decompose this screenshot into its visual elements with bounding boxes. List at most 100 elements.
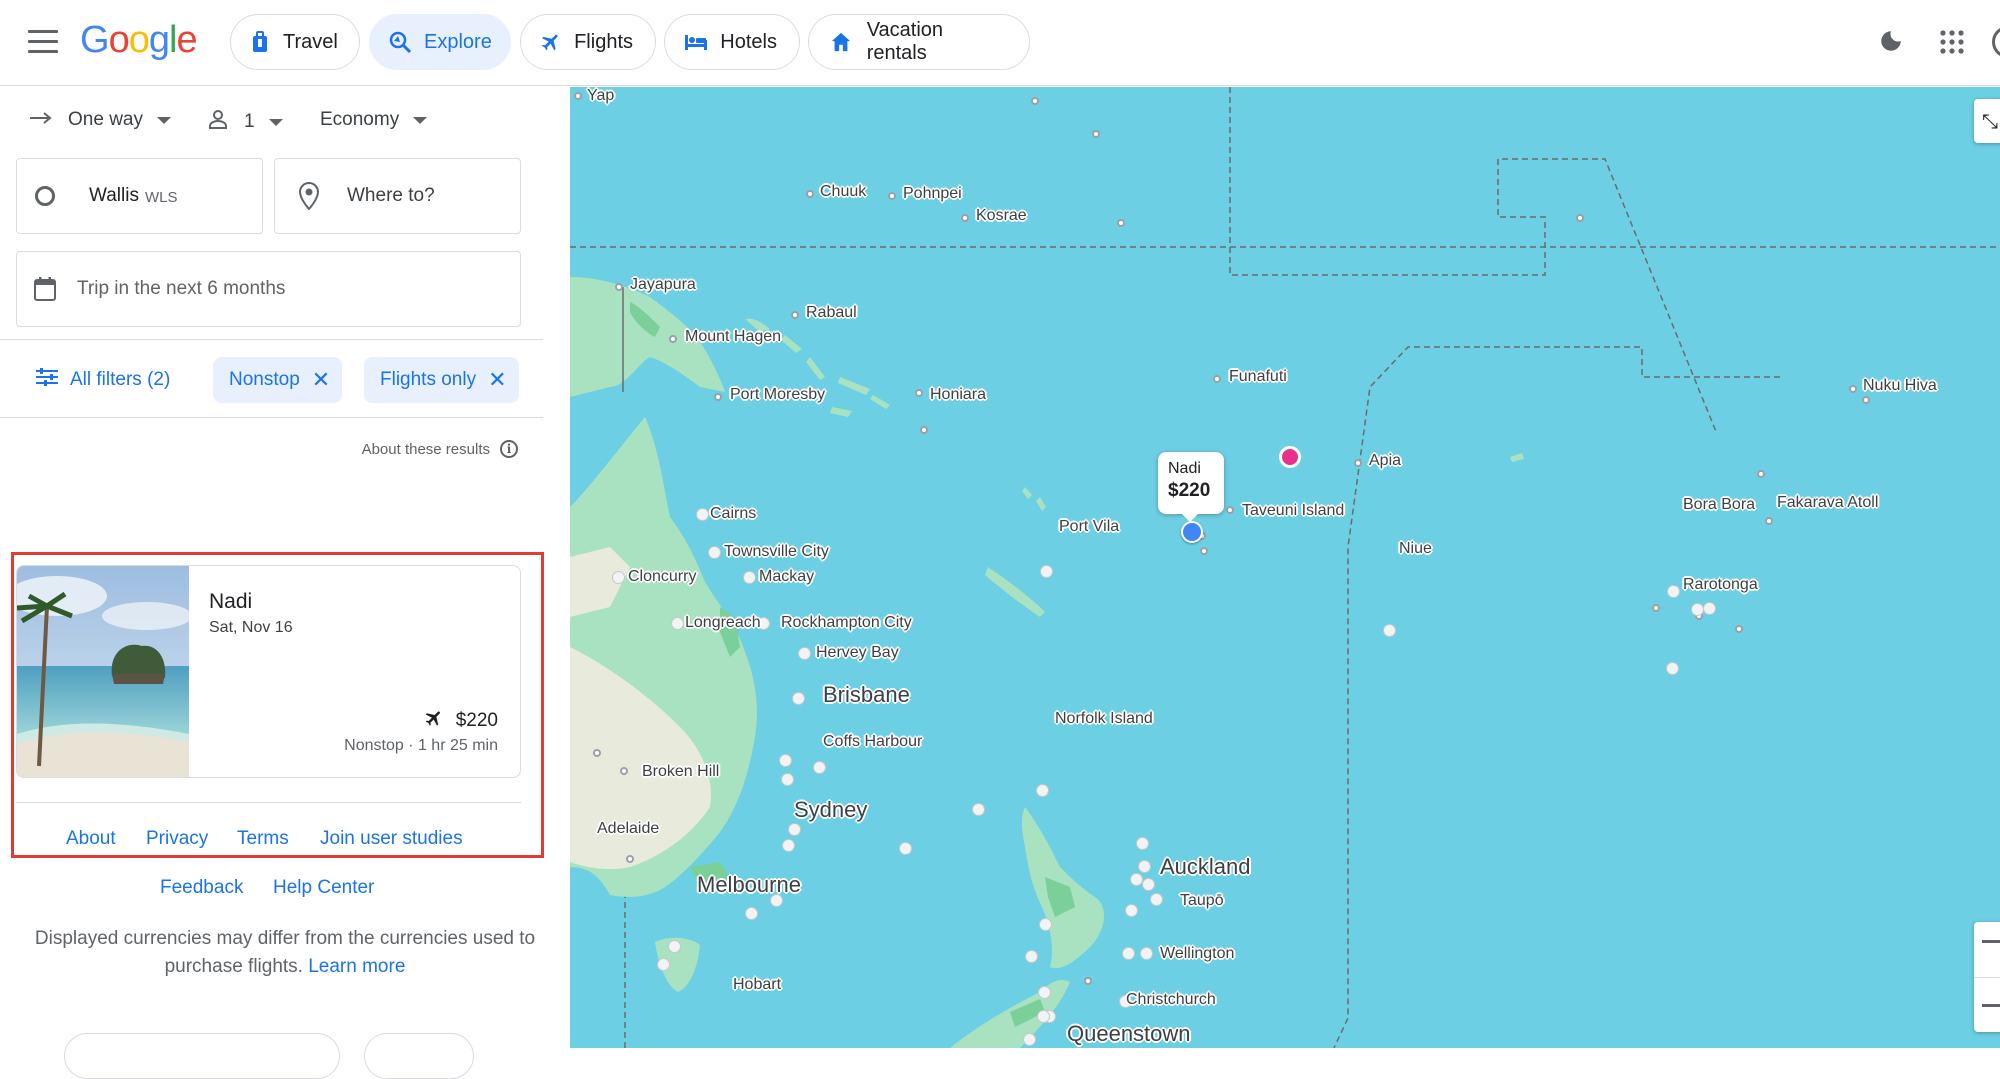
map-city-dot[interactable]: [1025, 950, 1038, 963]
map-city-dot[interactable]: [620, 767, 628, 775]
account-avatar[interactable]: [1992, 26, 2000, 58]
map-city-dot[interactable]: [888, 192, 896, 200]
map-city-dot[interactable]: [1138, 860, 1151, 873]
footer-user-studies-link[interactable]: Join user studies: [320, 828, 463, 850]
map-city-dot[interactable]: [668, 940, 681, 953]
tab-explore[interactable]: Explore: [369, 14, 511, 70]
map-city-dot[interactable]: [1213, 375, 1221, 383]
map-city-dot[interactable]: [714, 393, 722, 401]
date-field[interactable]: Trip in the next 6 months: [16, 251, 521, 327]
map-city-dot[interactable]: [743, 571, 756, 584]
map-city-dot[interactable]: [626, 855, 634, 863]
map-city-dot[interactable]: [1765, 517, 1773, 525]
map-city-dot[interactable]: [1735, 625, 1743, 633]
map-city-dot[interactable]: [1667, 585, 1680, 598]
map-city-dot[interactable]: [788, 823, 801, 836]
footer-privacy-link[interactable]: Privacy: [146, 828, 208, 850]
map-city-dot[interactable]: [781, 773, 794, 786]
map-city-dot[interactable]: [798, 647, 811, 660]
map-city-dot[interactable]: [657, 958, 670, 971]
map-city-dot[interactable]: [696, 508, 709, 521]
map-city-dot[interactable]: [574, 92, 582, 100]
footer-feedback-link[interactable]: Feedback: [160, 877, 243, 899]
language-button[interactable]: [64, 1033, 340, 1079]
map-city-dot[interactable]: [806, 190, 814, 198]
map-city-dot[interactable]: [1125, 904, 1138, 917]
map-city-dot[interactable]: [1031, 97, 1039, 105]
map-city-dot[interactable]: [708, 546, 721, 559]
google-logo[interactable]: Google: [80, 19, 198, 62]
map-city-dot[interactable]: [915, 389, 923, 397]
tab-vacation-rentals[interactable]: Vacation rentals: [808, 14, 1030, 70]
close-icon[interactable]: ✕: [488, 367, 506, 393]
cabin-class-select[interactable]: Economy: [320, 109, 428, 131]
map-city-dot[interactable]: [1122, 947, 1135, 960]
map-city-dot[interactable]: [612, 571, 625, 584]
map-city-dot[interactable]: [1040, 565, 1053, 578]
map-city-dot[interactable]: [1666, 662, 1679, 675]
currency-button[interactable]: [364, 1033, 474, 1079]
map-city-dot[interactable]: [920, 426, 928, 434]
map-city-dot[interactable]: [745, 907, 758, 920]
map-price-tooltip[interactable]: Nadi $220: [1158, 452, 1224, 522]
map-city-dot[interactable]: [899, 842, 912, 855]
map-city-dot[interactable]: [813, 761, 826, 774]
map-city-dot[interactable]: [1226, 506, 1234, 514]
tab-travel[interactable]: Travel: [230, 14, 360, 70]
zoom-out-button[interactable]: [1982, 1004, 2000, 1007]
origin-marker[interactable]: [1279, 446, 1301, 468]
dark-mode-icon[interactable]: [1878, 28, 1904, 59]
map-city-dot[interactable]: [1140, 947, 1153, 960]
map-city-dot[interactable]: [1576, 214, 1584, 222]
map-city-dot[interactable]: [1652, 604, 1660, 612]
footer-terms-link[interactable]: Terms: [237, 828, 289, 850]
apps-grid-icon[interactable]: [1940, 30, 1964, 59]
map-city-dot[interactable]: [1092, 130, 1100, 138]
map-city-dot[interactable]: [1150, 893, 1163, 906]
map-city-dot[interactable]: [1757, 470, 1765, 478]
map-city-dot[interactable]: [669, 335, 677, 343]
filter-chip-nonstop[interactable]: Nonstop ✕: [213, 357, 343, 403]
airplane-pin-icon[interactable]: [1181, 521, 1203, 543]
collapse-map-button[interactable]: ⤡: [1974, 99, 2000, 143]
map-city-dot[interactable]: [779, 754, 792, 767]
footer-about-link[interactable]: About: [66, 828, 116, 850]
map-city-dot[interactable]: [1142, 878, 1155, 891]
close-icon[interactable]: ✕: [312, 367, 330, 393]
map-city-dot[interactable]: [1136, 837, 1149, 850]
zoom-in-button[interactable]: [1982, 940, 2000, 943]
destination-field[interactable]: Where to?: [274, 158, 521, 234]
map-city-dot[interactable]: [972, 803, 985, 816]
map-city-dot[interactable]: [1383, 624, 1396, 637]
about-results-link[interactable]: About these results i: [362, 440, 518, 458]
origin-field[interactable]: Wallis WLS: [16, 158, 263, 234]
learn-more-link[interactable]: Learn more: [308, 956, 405, 977]
passengers-select[interactable]: 1: [208, 109, 283, 135]
map-city-dot[interactable]: [615, 283, 623, 291]
map-city-dot[interactable]: [671, 617, 684, 630]
map-city-dot[interactable]: [1849, 385, 1857, 393]
map-city-dot[interactable]: [791, 311, 799, 319]
map-city-dot[interactable]: [1354, 459, 1362, 467]
map-city-dot[interactable]: [1023, 1033, 1036, 1046]
map-city-dot[interactable]: [782, 839, 795, 852]
map-city-dot[interactable]: [1039, 918, 1052, 931]
main-menu-button[interactable]: [28, 30, 58, 54]
footer-help-center-link[interactable]: Help Center: [273, 877, 374, 899]
filter-chip-flights-only[interactable]: Flights only ✕: [364, 357, 519, 403]
all-filters-button[interactable]: All filters (2): [36, 357, 170, 403]
tab-flights[interactable]: Flights: [520, 14, 656, 70]
map-city-dot[interactable]: [1200, 547, 1208, 555]
map-city-dot[interactable]: [1691, 603, 1704, 616]
map-city-dot[interactable]: [1084, 977, 1092, 985]
map-city-dot[interactable]: [593, 749, 601, 757]
tab-hotels[interactable]: Hotels: [664, 14, 800, 70]
map-city-dot[interactable]: [1862, 396, 1870, 404]
map-city-dot[interactable]: [1038, 986, 1051, 999]
map-city-dot[interactable]: [1117, 219, 1125, 227]
trip-type-select[interactable]: One way: [30, 109, 171, 131]
map-city-dot[interactable]: [961, 214, 969, 222]
map-city-dot[interactable]: [1036, 784, 1049, 797]
map-city-dot[interactable]: [1703, 602, 1716, 615]
destination-card[interactable]: Nadi Sat, Nov 16 $220 Nonstop · 1 hr 25 …: [16, 565, 521, 778]
